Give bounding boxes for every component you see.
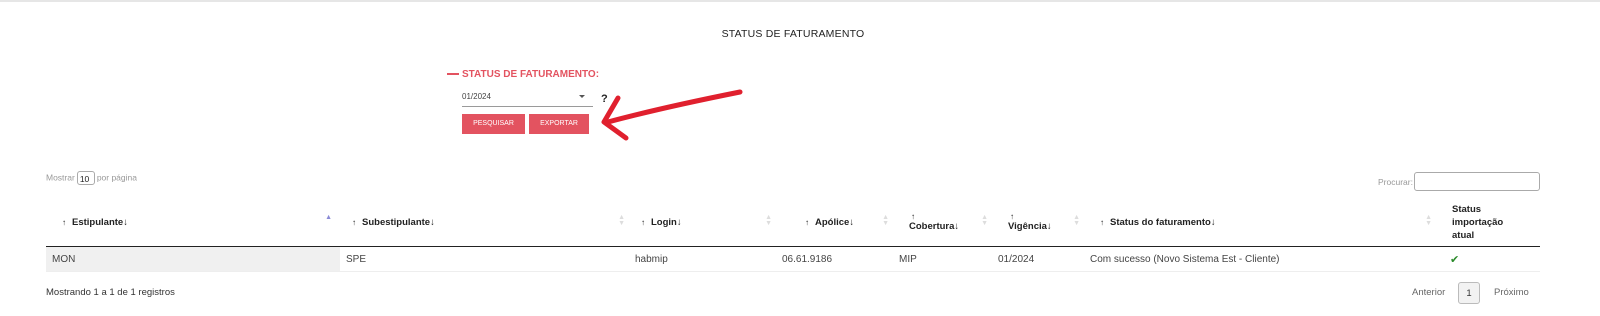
cell-status-faturamento: Com sucesso (Novo Sistema Est - Cliente)	[1088, 246, 1440, 272]
sort-down-icon: ↓	[849, 216, 855, 228]
header-label: Apólice	[815, 216, 850, 228]
sort-down-icon: ↓	[1210, 216, 1216, 228]
filter-section-title: STATUS DE FATURAMENTO:	[447, 69, 599, 80]
header-label: Login	[651, 216, 677, 228]
cell-subestipulante: SPE	[340, 246, 633, 272]
page-length-control: Mostrar 10 por página	[46, 171, 137, 185]
cell-vigencia: 01/2024	[996, 246, 1088, 272]
page-title: STATUS DE FATURAMENTO	[721, 28, 865, 40]
billing-status-table: ↑ Estipulante↓ ▲ ↑ Subestipulante↓ ▲ ▼ ↑ Login…	[46, 198, 1540, 272]
pagination-next[interactable]: Próximo	[1494, 287, 1529, 298]
sort-indicator-icon: ▲ ▼	[618, 214, 625, 227]
red-arrow-annotation-icon	[601, 89, 743, 141]
per-page-label: por página	[96, 172, 137, 183]
sort-up-icon: ↑	[352, 217, 356, 227]
column-header-vigencia[interactable]: ↑ Vigência↓ ▲ ▼	[996, 198, 1088, 247]
header-label: Subestipulante	[362, 216, 431, 228]
period-select-value: 01/2024	[462, 92, 491, 101]
table-search-label: Procurar:	[1378, 177, 1413, 187]
sort-down-icon: ↓	[430, 216, 435, 228]
cell-status-importacao: ✔	[1440, 246, 1540, 272]
sort-down-icon: ↓	[676, 216, 682, 228]
header-label: Vigência	[1008, 221, 1047, 232]
show-label: Mostrar	[46, 172, 75, 183]
cell-estipulante: MON	[46, 246, 340, 272]
column-header-cobertura[interactable]: ↑ Cobertura↓ ▲ ▼	[897, 198, 996, 247]
table-info: Mostrando 1 a 1 de 1 registros	[46, 287, 175, 298]
cell-apolice: 06.61.9186	[780, 246, 897, 272]
column-header-subestipulante[interactable]: ↑ Subestipulante↓ ▲ ▼	[340, 198, 633, 247]
check-icon: ✔	[1450, 253, 1460, 266]
sort-up-icon: ↑	[805, 217, 809, 227]
column-header-login[interactable]: ↑ Login↓ ▲ ▼	[633, 198, 780, 247]
pagination-previous[interactable]: Anterior	[1412, 287, 1445, 298]
column-header-estipulante[interactable]: ↑ Estipulante↓ ▲	[46, 198, 340, 247]
header-label: Estipulante	[72, 216, 124, 228]
sort-down-icon: ↓	[954, 221, 960, 232]
table-row[interactable]: MON SPE habmip 06.61.9186 MIP 01/2024 Co…	[46, 246, 1540, 272]
sort-up-icon: ↑	[62, 217, 66, 227]
header-label: Status importação atual	[1452, 203, 1504, 241]
sort-up-icon: ↑	[1100, 217, 1104, 227]
sort-indicator-icon: ▲ ▼	[981, 214, 988, 227]
sort-up-icon: ↑	[641, 217, 645, 227]
sort-indicator-icon: ▲	[325, 214, 332, 221]
header-label: Status do faturamento	[1110, 216, 1211, 228]
section-dash	[447, 73, 459, 76]
column-header-status-faturamento[interactable]: ↑ Status do faturamento↓ ▲ ▼	[1088, 198, 1440, 247]
period-select[interactable]: 01/2024	[462, 89, 593, 107]
table-header-row: ↑ Estipulante↓ ▲ ↑ Subestipulante↓ ▲ ▼ ↑ Login…	[46, 198, 1540, 247]
sort-indicator-icon: ▲ ▼	[1425, 214, 1432, 227]
column-header-apolice[interactable]: ↑ Apólice↓ ▲ ▼	[780, 198, 897, 247]
export-button[interactable]: EXPORTAR	[529, 114, 589, 134]
sort-down-icon: ↓	[1046, 221, 1052, 232]
header-label: Cobertura	[909, 221, 955, 232]
sort-indicator-icon: ▲ ▼	[765, 214, 772, 227]
section-title-label: STATUS DE FATURAMENTO:	[462, 69, 600, 80]
sort-down-icon: ↓	[123, 216, 128, 228]
sort-indicator-icon: ▲ ▼	[1073, 214, 1080, 227]
cell-login: habmip	[633, 246, 780, 272]
column-header-status-importacao[interactable]: Status importação atual	[1440, 198, 1540, 247]
chevron-down-icon	[579, 95, 585, 98]
top-border	[0, 0, 1600, 2]
cell-cobertura: MIP	[897, 246, 996, 272]
table-search-input[interactable]	[1414, 172, 1540, 191]
search-button[interactable]: PESQUISAR	[462, 114, 525, 134]
pagination-page-1[interactable]: 1	[1458, 282, 1480, 304]
sort-indicator-icon: ▲ ▼	[882, 214, 889, 227]
page-length-select[interactable]: 10	[76, 171, 95, 185]
